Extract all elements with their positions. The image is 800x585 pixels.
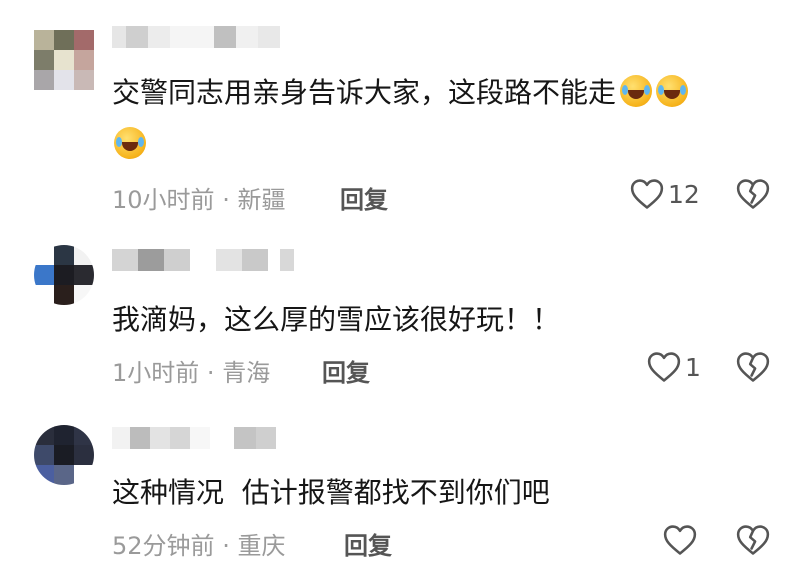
dislike-button[interactable] (736, 351, 770, 387)
comment-body: 我滴妈，这么厚的雪应该很好玩！！ (112, 303, 561, 336)
comment-location: 重庆 (237, 532, 286, 560)
laughing-crying-emoji-icon (114, 127, 146, 159)
like-button[interactable] (663, 524, 701, 556)
meta-separator: · (222, 532, 230, 560)
comment-item: 交警同志用亲身告诉大家，这段路不能走 10小时前 · 新疆 回复 12 (0, 0, 800, 215)
comment-item: 我滴妈，这么厚的雪应该很好玩！！ 1小时前 · 青海 回复 1 (0, 215, 800, 395)
avatar[interactable] (34, 425, 94, 485)
username[interactable] (112, 26, 280, 48)
comment-body: 交警同志用亲身告诉大家，这段路不能走 (112, 76, 617, 109)
heart-outline-icon (630, 179, 664, 209)
meta-separator: · (222, 186, 230, 214)
broken-heart-icon (736, 352, 770, 382)
comment-text-line2 (112, 125, 146, 165)
comment-meta: 10小时前 · 新疆 (112, 180, 285, 215)
like-button[interactable]: 12 (630, 178, 700, 210)
comment-time: 52分钟前 (112, 532, 215, 560)
comment-text: 交警同志用亲身告诉大家，这段路不能走 (112, 73, 689, 113)
laughing-crying-emoji-icon (656, 75, 689, 107)
like-count: 12 (668, 179, 700, 209)
meta-separator: · (206, 359, 215, 387)
username[interactable] (112, 249, 294, 271)
comment-meta: 1小时前 · 青海 (112, 353, 270, 388)
dislike-button[interactable] (736, 524, 770, 560)
dislike-button[interactable] (736, 178, 770, 214)
heart-outline-icon (663, 525, 697, 555)
comment-location: 青海 (222, 359, 271, 387)
reply-button[interactable]: 回复 (344, 526, 392, 561)
reply-button[interactable]: 回复 (340, 180, 388, 215)
username[interactable] (112, 427, 276, 449)
comment-time: 1小时前 (112, 359, 200, 387)
comment-text: 我滴妈，这么厚的雪应该很好玩！！ (112, 300, 560, 340)
reply-button[interactable]: 回复 (322, 353, 370, 388)
like-button[interactable]: 1 (647, 351, 701, 383)
avatar[interactable] (34, 30, 94, 90)
comment-body: 这种情况 估计报警都找不到你们吧 (112, 476, 550, 509)
laughing-crying-emoji-icon (620, 75, 653, 107)
like-count: 1 (685, 352, 701, 382)
comment-time: 10小时前 (112, 186, 215, 214)
avatar[interactable] (34, 245, 94, 305)
heart-outline-icon (647, 352, 681, 382)
comment-location: 新疆 (237, 186, 286, 214)
broken-heart-icon (736, 179, 770, 209)
broken-heart-icon (736, 525, 770, 555)
comment-text: 这种情况 估计报警都找不到你们吧 (112, 473, 550, 513)
comment-item: 这种情况 估计报警都找不到你们吧 52分钟前 · 重庆 回复 (0, 395, 800, 585)
comment-meta: 52分钟前 · 重庆 (112, 526, 285, 561)
